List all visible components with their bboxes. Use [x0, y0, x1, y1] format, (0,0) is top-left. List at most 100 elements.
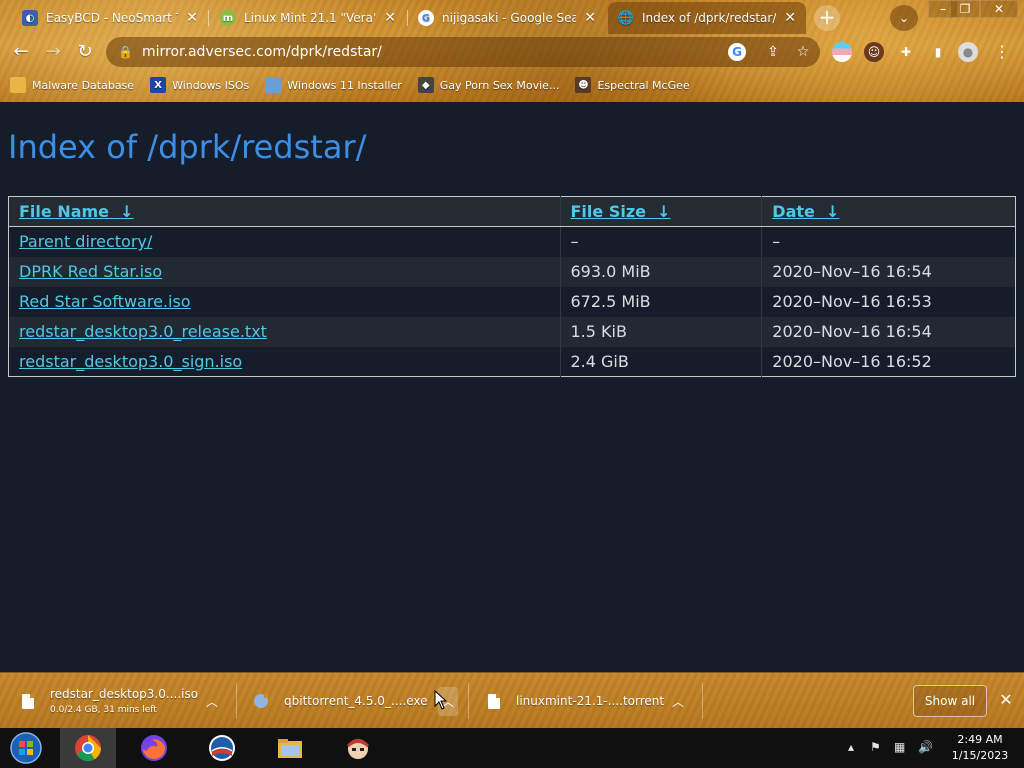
close-window-icon[interactable]: ✕	[980, 0, 1018, 18]
folder-icon	[278, 739, 302, 758]
header-file-name[interactable]: File Name ↓	[8, 196, 561, 227]
tab-linuxmint[interactable]: m Linux Mint 21.1 "Vera" - L ✕	[210, 2, 406, 34]
file-link[interactable]: redstar_desktop3.0_release.txt	[19, 322, 267, 341]
volume-icon[interactable]: 🔊	[918, 740, 933, 754]
clock-time: 2:49 AM	[957, 733, 1003, 746]
sort-file-name-link[interactable]: File Name ↓	[19, 202, 134, 221]
download-name: qbittorrent_4.5.0_....exe	[284, 694, 428, 708]
table-header-row: File Name ↓ File Size ↓ Date ↓	[8, 196, 1016, 227]
tab-search-chevron-icon[interactable]: ⌄	[890, 5, 918, 31]
file-name-cell: Parent directory/	[8, 226, 561, 257]
tab-strip: ◐ EasyBCD - NeoSmart Tec ✕ m Linux Mint …	[0, 0, 1024, 34]
taskbar-file-explorer[interactable]	[262, 728, 318, 768]
tab-title: EasyBCD - NeoSmart Tec	[46, 11, 178, 25]
close-tab-icon[interactable]: ✕	[384, 10, 396, 26]
new-tab-button[interactable]: +	[814, 5, 840, 31]
tab-index-redstar[interactable]: 🌐 Index of /dprk/redstar/ ✕	[608, 2, 806, 34]
chevron-up-icon[interactable]: ︿	[672, 693, 684, 710]
restore-icon[interactable]: ❐	[950, 0, 980, 18]
bookmark-site[interactable]: ◆ Gay Porn Sex Movie...	[417, 77, 560, 93]
avatar-icon: ☻	[575, 77, 592, 93]
bookmark-label: Malware Database	[32, 78, 135, 92]
file-link[interactable]: DPRK Red Star.iso	[19, 262, 162, 281]
file-link[interactable]: redstar_desktop3.0_sign.iso	[19, 352, 242, 371]
sort-arrow-icon: ↓	[657, 202, 671, 221]
close-shelf-icon[interactable]: ✕	[996, 689, 1016, 711]
close-tab-icon[interactable]: ✕	[186, 10, 198, 26]
lock-icon[interactable]: 🔒	[118, 45, 134, 59]
file-size-cell: –	[560, 226, 763, 257]
close-tab-icon[interactable]: ✕	[784, 10, 796, 26]
header-label: File Name	[19, 202, 110, 221]
file-name-cell: Red Star Software.iso	[8, 286, 561, 317]
bookmark-label: Gay Porn Sex Movie...	[439, 78, 560, 92]
download-text: redstar_desktop3.0....iso 0.0/2.4 GB, 31…	[50, 687, 198, 715]
file-date-cell: 2020–Nov–16 16:54	[761, 316, 1016, 347]
download-item-qbittorrent[interactable]: qbittorrent_4.5.0_....exe ︿	[254, 681, 464, 721]
bookmarks-bar: Malware Database X Windows ISOs Windows …	[0, 72, 1024, 98]
reload-icon[interactable]: ↻	[72, 39, 98, 65]
file-date-cell: 2020–Nov–16 16:53	[772, 292, 932, 311]
bookmark-espectral-mcgee[interactable]: ☻ Espectral McGee	[575, 77, 690, 93]
action-center-flag-icon[interactable]: ⚑	[870, 740, 881, 754]
windows-taskbar: ▴ ⚑ ▦ 🔊 2:49 AM 1/15/2023	[0, 728, 1024, 768]
chevron-up-icon[interactable]: ︿	[206, 693, 218, 710]
address-url[interactable]: mirror.adversec.com/dprk/redstar/	[142, 44, 728, 60]
menu-kebab-icon[interactable]: ⋮	[992, 42, 1012, 62]
download-name: redstar_desktop3.0....iso	[50, 687, 199, 701]
tab-easybcd[interactable]: ◐ EasyBCD - NeoSmart Tec ✕	[12, 2, 208, 34]
taskbar-chrome[interactable]	[60, 728, 116, 768]
download-item-linuxmint-torrent[interactable]: linuxmint-21.1-....torrent ︿	[488, 681, 698, 721]
page-title: Index of /dprk/redstar/	[8, 128, 367, 166]
file-name-cell: redstar_desktop3.0_sign.iso	[8, 346, 561, 377]
profile-icon[interactable]: ●	[958, 42, 978, 62]
bookmark-malware-database[interactable]: Malware Database	[10, 77, 134, 93]
system-clock[interactable]: 2:49 AM 1/15/2023	[944, 732, 1016, 764]
extension-avatar-icon[interactable]: ☺	[864, 42, 884, 62]
file-icon	[22, 693, 34, 709]
address-bar[interactable]: 🔒 mirror.adversec.com/dprk/redstar/ G ⇪ …	[106, 37, 820, 67]
download-item-redstar[interactable]: redstar_desktop3.0....iso 0.0/2.4 GB, 31…	[22, 681, 232, 721]
file-size-cell: 1.5 KiB	[560, 316, 763, 347]
bookmark-windows-11-installer[interactable]: Windows 11 Installer	[265, 77, 402, 93]
browser-chrome: ◐ EasyBCD - NeoSmart Tec ✕ m Linux Mint …	[0, 0, 1024, 102]
google-lens-icon[interactable]: G	[728, 43, 746, 61]
share-icon[interactable]: ⇪	[760, 39, 786, 65]
sort-date-link[interactable]: Date ↓	[772, 202, 839, 221]
download-separator	[468, 683, 469, 719]
file-icon	[488, 693, 500, 709]
file-link[interactable]: Parent directory/	[19, 232, 152, 251]
back-arrow-icon[interactable]: ←	[8, 39, 34, 65]
taskbar-app-character[interactable]	[330, 728, 386, 768]
extension-flag-icon[interactable]	[832, 42, 852, 62]
tab-google-search[interactable]: G nijigasaki - Google Search ✕	[408, 2, 606, 34]
file-size-cell: 672.5 MiB	[560, 286, 763, 317]
show-all-button[interactable]: Show all	[913, 685, 987, 717]
taskbar-app-obama[interactable]	[194, 728, 250, 768]
show-hidden-icons-icon[interactable]: ▴	[848, 740, 854, 754]
table-row: DPRK Red Star.iso 693.0 MiB 2020–Nov–16 …	[8, 256, 1016, 287]
sort-arrow-icon: ↓	[826, 202, 840, 221]
header-file-size[interactable]: File Size ↓	[560, 196, 763, 227]
file-size-cell: 693.0 MiB	[560, 256, 763, 287]
table-row: Red Star Software.iso 672.5 MiB 2020–Nov…	[8, 286, 1016, 317]
bookmark-label: Windows 11 Installer	[287, 78, 402, 92]
close-tab-icon[interactable]: ✕	[584, 10, 596, 26]
file-listing-table: File Name ↓ File Size ↓ Date ↓ Parent di…	[8, 196, 1016, 377]
file-link[interactable]: Red Star Software.iso	[19, 292, 191, 311]
tab-title: Index of /dprk/redstar/	[642, 11, 777, 25]
chrome-icon	[75, 735, 102, 762]
bookmark-windows-isos[interactable]: X Windows ISOs	[150, 77, 249, 93]
forward-arrow-icon[interactable]: →	[40, 39, 66, 65]
header-label: Date	[772, 202, 815, 221]
start-button[interactable]	[6, 730, 46, 766]
side-panel-icon[interactable]: ▮	[928, 42, 948, 62]
network-icon[interactable]: ▦	[894, 740, 905, 754]
sort-file-size-link[interactable]: File Size ↓	[571, 202, 671, 221]
bookmark-star-icon[interactable]: ☆	[790, 39, 816, 65]
extensions-puzzle-icon[interactable]: ✚	[896, 42, 916, 62]
table-row: Parent directory/ – –	[8, 226, 1016, 257]
download-separator	[236, 683, 237, 719]
header-date[interactable]: Date ↓	[761, 196, 1016, 227]
taskbar-firefox[interactable]	[126, 728, 182, 768]
